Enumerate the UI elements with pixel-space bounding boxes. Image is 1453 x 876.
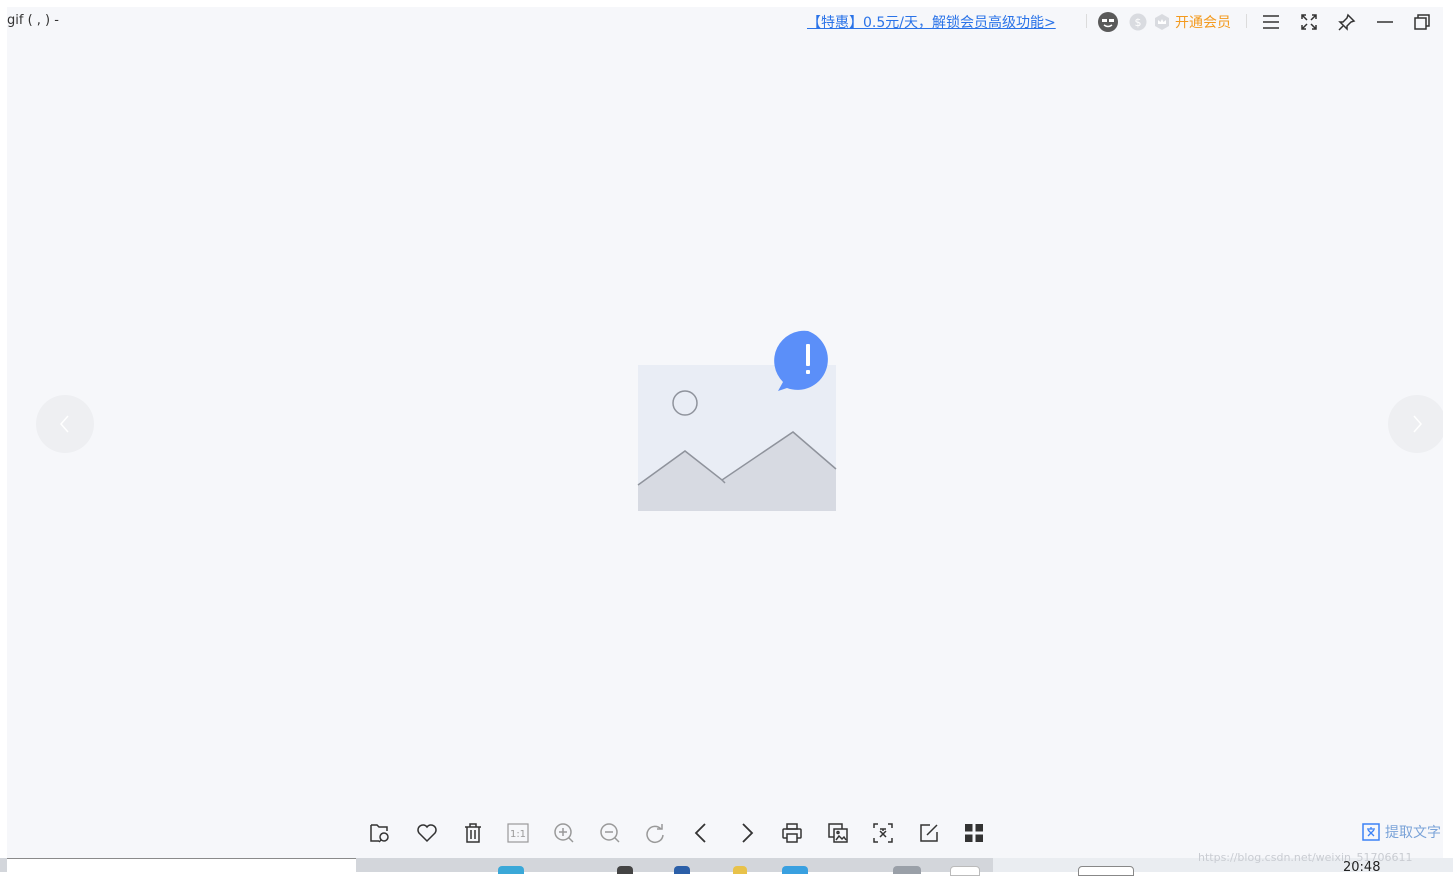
chevron-right-icon bbox=[1413, 415, 1422, 433]
copy-image-icon[interactable] bbox=[826, 821, 850, 845]
previous-icon[interactable] bbox=[689, 821, 713, 845]
taskbar-app-icon[interactable] bbox=[733, 866, 747, 874]
taskbar-clock: 20:48 bbox=[1343, 860, 1381, 875]
zoom-in-icon[interactable] bbox=[552, 821, 576, 845]
actual-size-icon[interactable]: 1:1 bbox=[506, 821, 530, 845]
coin-icon[interactable]: $ bbox=[1127, 11, 1149, 33]
open-folder-icon[interactable] bbox=[368, 821, 392, 845]
extract-text-button[interactable]: 提取文字 bbox=[1362, 822, 1441, 842]
menu-icon[interactable] bbox=[1260, 11, 1282, 33]
delete-icon[interactable] bbox=[461, 821, 485, 845]
chevron-left-icon bbox=[60, 415, 69, 433]
rotate-icon[interactable] bbox=[643, 821, 667, 845]
taskbar-app-icon[interactable] bbox=[782, 866, 808, 874]
avatar[interactable] bbox=[1097, 11, 1119, 33]
taskbar-app-icon[interactable] bbox=[498, 866, 524, 874]
zoom-out-icon[interactable] bbox=[598, 821, 622, 845]
taskbar-app-icon[interactable] bbox=[950, 866, 980, 876]
image-viewer: gif ( , ) - 【特惠】0.5元/天，解锁会员高级功能> $ 开通会员 bbox=[7, 7, 1443, 858]
grid-view-icon[interactable] bbox=[962, 821, 986, 845]
taskbar-app-icon[interactable] bbox=[893, 866, 921, 874]
fullscreen-icon[interactable] bbox=[1298, 11, 1320, 33]
window-title: gif ( , ) - bbox=[7, 13, 59, 28]
edit-icon[interactable] bbox=[917, 821, 941, 845]
taskbar-app-icon[interactable] bbox=[1078, 866, 1134, 876]
separator bbox=[1086, 14, 1087, 28]
next-image-button[interactable] bbox=[1388, 395, 1443, 453]
taskbar-app-icon[interactable] bbox=[674, 866, 690, 874]
crown-badge-icon[interactable] bbox=[1151, 11, 1173, 33]
taskbar-search[interactable] bbox=[7, 858, 356, 872]
print-icon[interactable] bbox=[780, 821, 804, 845]
crop-icon[interactable] bbox=[871, 821, 895, 845]
taskbar-app-icon[interactable] bbox=[617, 866, 633, 874]
extract-text-label: 提取文字 bbox=[1385, 825, 1441, 841]
restore-icon[interactable] bbox=[1411, 11, 1433, 33]
image-error-illustration bbox=[637, 330, 842, 512]
pin-icon[interactable] bbox=[1336, 11, 1358, 33]
svg-text:1:1: 1:1 bbox=[510, 829, 526, 840]
text-extract-icon bbox=[1362, 823, 1380, 841]
prev-image-button[interactable] bbox=[36, 395, 94, 453]
favorite-icon[interactable] bbox=[415, 821, 439, 845]
svg-text:$: $ bbox=[1135, 16, 1142, 29]
promo-link[interactable]: 【特惠】0.5元/天，解锁会员高级功能> bbox=[807, 12, 1056, 32]
separator bbox=[1246, 14, 1247, 28]
open-vip-button[interactable]: 开通会员 bbox=[1175, 12, 1231, 32]
next-icon[interactable] bbox=[735, 821, 759, 845]
minimize-icon[interactable] bbox=[1374, 11, 1396, 33]
